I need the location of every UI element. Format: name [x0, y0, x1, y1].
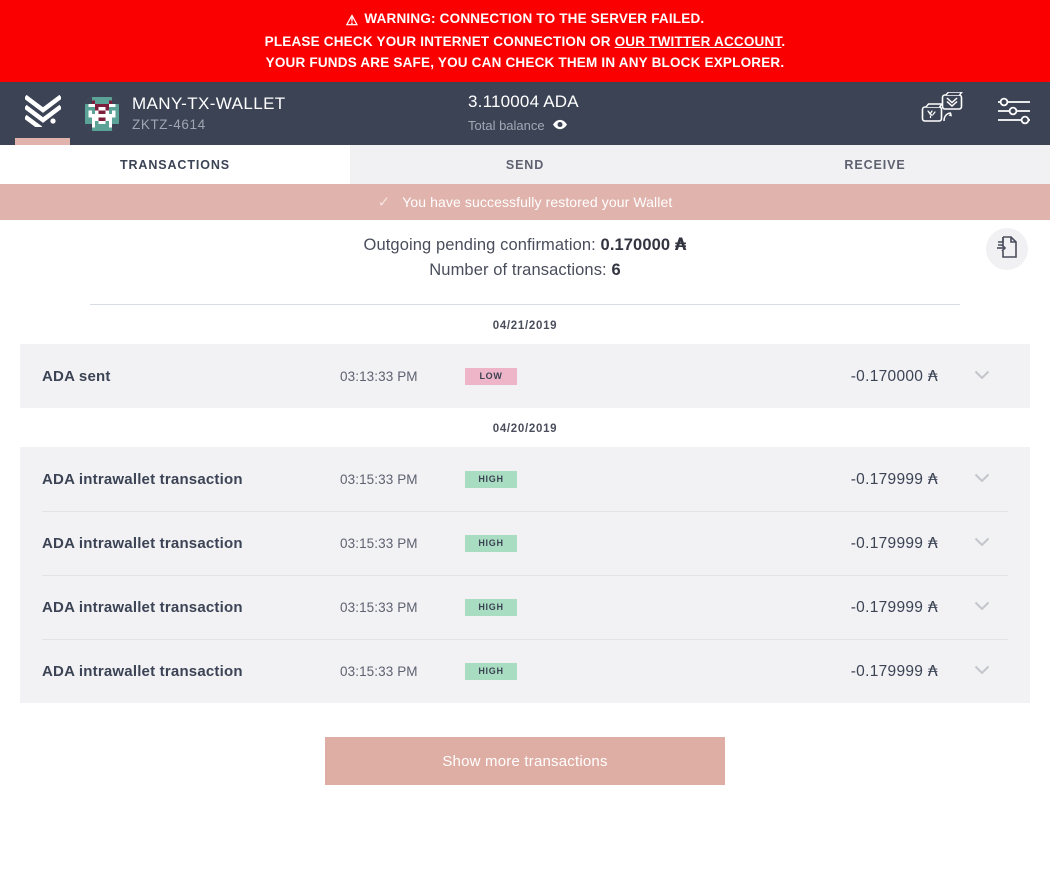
- chevron-down-icon: [974, 367, 990, 385]
- twitter-account-link[interactable]: OUR TWITTER ACCOUNT: [615, 34, 782, 49]
- wallet-id: ZKTZ-4614: [132, 116, 206, 132]
- warning-triangle-icon: ⚠: [345, 12, 359, 28]
- transaction-amount: -0.179999 ₳: [851, 534, 938, 553]
- logo-active-underline: [15, 138, 70, 145]
- ada-symbol: ₳: [674, 235, 687, 254]
- amount-value: -0.179999: [850, 662, 924, 680]
- warning-text-2-after: .: [781, 34, 786, 49]
- warning-text-1: WARNING: CONNECTION TO THE SERVER FAILED…: [364, 11, 705, 26]
- amount-value: -0.179999: [850, 598, 924, 616]
- ada-symbol: ₳: [927, 469, 938, 488]
- settings-button[interactable]: [978, 82, 1050, 145]
- eye-icon[interactable]: [552, 116, 568, 137]
- transactions-content: Outgoing pending confirmation: 0.170000 …: [0, 220, 1050, 785]
- app-logo-button[interactable]: [0, 82, 85, 145]
- transaction-title: ADA intrawallet transaction: [42, 534, 243, 552]
- chevron-down-icon: [974, 470, 990, 488]
- pending-label: Outgoing pending confirmation:: [363, 236, 596, 254]
- expand-transaction-button[interactable]: [974, 598, 990, 616]
- app-topbar: MANY-TX-WALLET ZKTZ-4614 3.110004 ADA To…: [0, 82, 1050, 145]
- expand-transaction-button[interactable]: [974, 662, 990, 680]
- amount-value: -0.170000: [850, 367, 924, 385]
- transaction-date-header: 04/21/2019: [492, 320, 558, 332]
- tab-send[interactable]: SEND: [350, 145, 700, 184]
- pending-value: 0.170000: [600, 236, 671, 254]
- tab-receive[interactable]: RECEIVE: [700, 145, 1050, 184]
- transaction-amount: -0.179999 ₳: [851, 470, 938, 489]
- transaction-count-row: Number of transactions: 6: [0, 258, 1050, 283]
- transaction-time: 03:15:33 PM: [340, 535, 418, 551]
- count-value: 6: [611, 261, 621, 279]
- amount-value: -0.179999: [850, 470, 924, 488]
- table-row[interactable]: ADA intrawallet transaction 03:15:33 PM …: [20, 639, 1030, 703]
- table-row[interactable]: ADA intrawallet transaction 03:15:33 PM …: [20, 575, 1030, 639]
- wallet-switch-button[interactable]: [906, 82, 978, 145]
- expand-transaction-button[interactable]: [974, 534, 990, 552]
- warning-line-2: PLEASE CHECK YOUR INTERNET CONNECTION OR…: [0, 31, 1050, 52]
- export-file-icon: [997, 235, 1017, 263]
- transaction-title: ADA sent: [42, 367, 111, 385]
- count-label: Number of transactions:: [429, 261, 607, 279]
- warning-line-1: ⚠ WARNING: CONNECTION TO THE SERVER FAILE…: [0, 8, 1050, 31]
- transaction-time: 03:15:33 PM: [340, 663, 418, 679]
- transaction-time: 03:15:33 PM: [340, 471, 418, 487]
- chevron-down-icon: [974, 598, 990, 616]
- show-more-wrapper: Show more transactions: [0, 703, 1050, 785]
- transaction-group: ADA intrawallet transaction 03:15:33 PM …: [20, 447, 1030, 703]
- transaction-date-header: 04/20/2019: [492, 423, 558, 435]
- total-balance-block: 3.110004 ADA Total balance: [468, 91, 579, 137]
- ada-symbol: ₳: [927, 533, 938, 552]
- wallet-name: MANY-TX-WALLET: [132, 94, 286, 114]
- transaction-title: ADA intrawallet transaction: [42, 598, 243, 616]
- settings-sliders-icon: [996, 97, 1032, 130]
- status-badge: HIGH: [465, 598, 517, 616]
- transaction-group: ADA sent 03:13:33 PM LOW -0.170000 ₳: [20, 344, 1030, 408]
- warning-line-3: YOUR FUNDS ARE SAFE, YOU CAN CHECK THEM …: [0, 52, 1050, 73]
- transaction-time: 03:13:33 PM: [340, 368, 418, 384]
- transaction-title: ADA intrawallet transaction: [42, 470, 243, 488]
- transactions-summary: Outgoing pending confirmation: 0.170000 …: [0, 220, 1050, 283]
- ada-symbol: ₳: [927, 366, 938, 385]
- transaction-amount: -0.179999 ₳: [851, 598, 938, 617]
- server-connection-warning-banner: ⚠ WARNING: CONNECTION TO THE SERVER FAILE…: [0, 0, 1050, 82]
- status-badge: HIGH: [465, 534, 517, 552]
- status-badge: LOW: [465, 367, 517, 385]
- notification-text: You have successfully restored your Wall…: [402, 194, 673, 210]
- daedalus-chevrons-logo-icon: [23, 94, 62, 132]
- ada-symbol: ₳: [927, 661, 938, 680]
- expand-transaction-button[interactable]: [974, 367, 990, 385]
- chevron-down-icon: [974, 662, 990, 680]
- transaction-title: ADA intrawallet transaction: [42, 662, 243, 680]
- table-row[interactable]: ADA sent 03:13:33 PM LOW -0.170000 ₳: [20, 344, 1030, 408]
- wallet-switch-icon: [921, 91, 964, 135]
- tab-transactions[interactable]: TRANSACTIONS: [0, 145, 350, 184]
- ada-symbol: ₳: [927, 597, 938, 616]
- check-icon: ✓: [377, 193, 391, 211]
- status-badge: HIGH: [465, 662, 517, 680]
- warning-text-2-before: PLEASE CHECK YOUR INTERNET CONNECTION OR: [264, 34, 615, 49]
- balance-amount: 3.110004 ADA: [468, 91, 579, 111]
- restore-success-notification: ✓ You have successfully restored your Wa…: [0, 184, 1050, 220]
- balance-label: Total balance: [468, 117, 545, 133]
- show-more-transactions-button[interactable]: Show more transactions: [325, 737, 725, 785]
- amount-value: -0.179999: [850, 534, 924, 552]
- pending-confirmation-row: Outgoing pending confirmation: 0.170000 …: [0, 232, 1050, 258]
- table-row[interactable]: ADA intrawallet transaction 03:15:33 PM …: [20, 447, 1030, 511]
- chevron-down-icon: [974, 534, 990, 552]
- wallet-text-block: MANY-TX-WALLET ZKTZ-4614: [132, 93, 286, 133]
- wallet-identity[interactable]: MANY-TX-WALLET ZKTZ-4614: [85, 93, 286, 133]
- balance-label-row: Total balance: [468, 116, 579, 137]
- topbar-actions: [906, 82, 1050, 145]
- transaction-time: 03:15:33 PM: [340, 599, 418, 615]
- status-badge: HIGH: [465, 470, 517, 488]
- expand-transaction-button[interactable]: [974, 470, 990, 488]
- transaction-amount: -0.170000 ₳: [851, 367, 938, 386]
- export-transactions-button[interactable]: [986, 228, 1028, 270]
- wallet-tabs: TRANSACTIONS SEND RECEIVE: [0, 145, 1050, 184]
- table-row[interactable]: ADA intrawallet transaction 03:15:33 PM …: [20, 511, 1030, 575]
- wallet-avatar-identicon: [85, 96, 119, 131]
- warning-text-3: YOUR FUNDS ARE SAFE, YOU CAN CHECK THEM …: [265, 55, 785, 70]
- transaction-amount: -0.179999 ₳: [851, 662, 938, 681]
